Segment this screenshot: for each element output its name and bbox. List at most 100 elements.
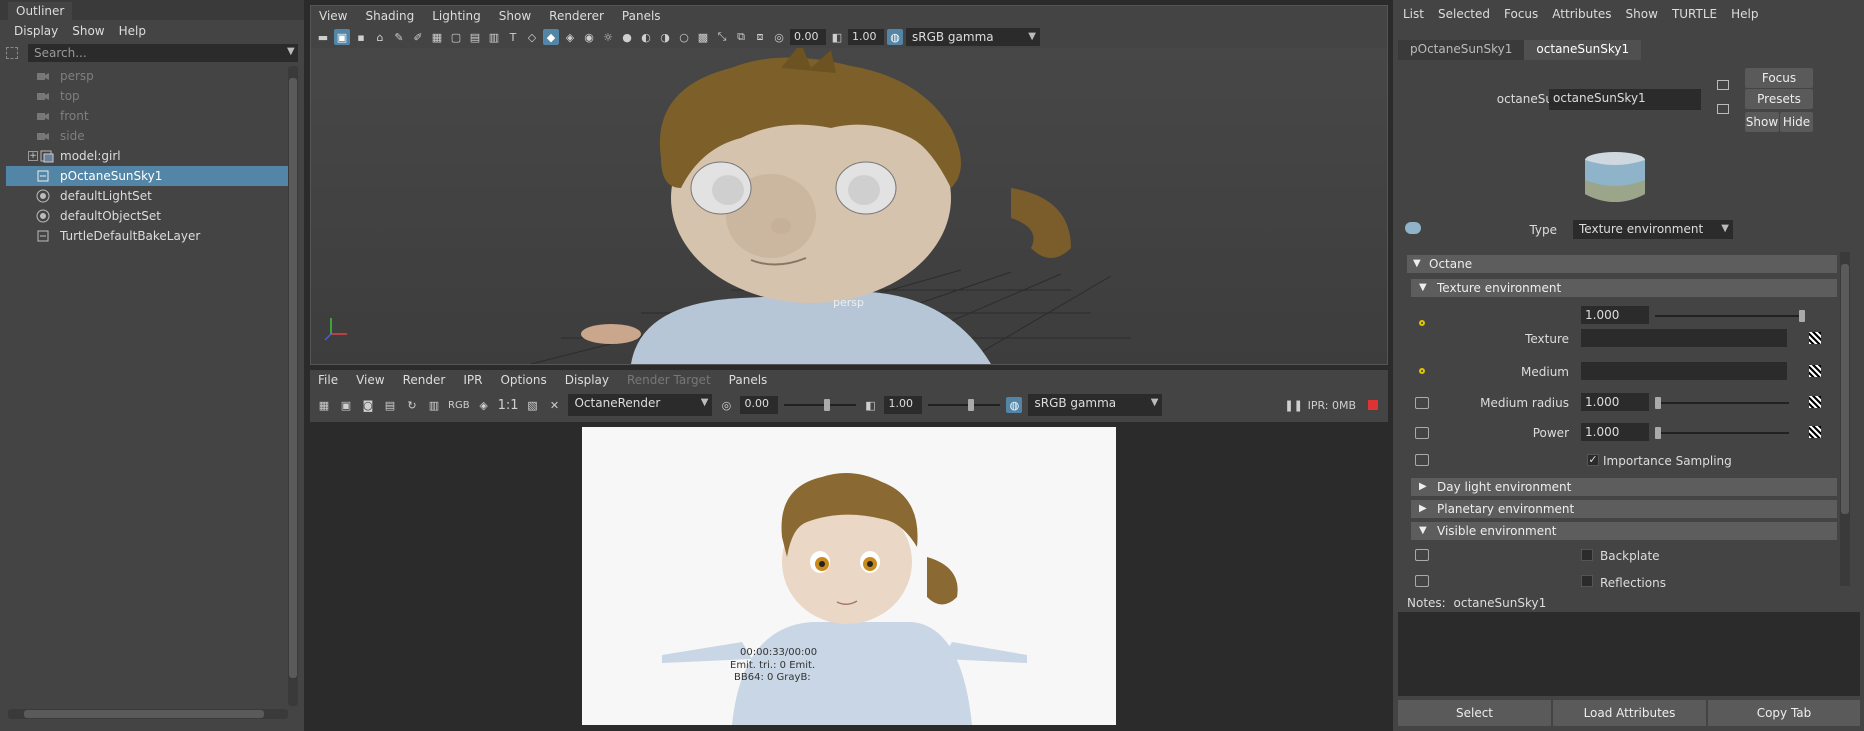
- hide-button[interactable]: Hide: [1780, 112, 1813, 132]
- outliner-item-defaultlightset[interactable]: defaultLightSet: [6, 186, 290, 206]
- backplate-checkbox[interactable]: [1581, 549, 1593, 561]
- safe-action-icon[interactable]: ▥: [486, 29, 502, 45]
- xray-components-icon[interactable]: ⧈: [752, 29, 768, 45]
- viewport-exposure-field[interactable]: 0.00: [790, 29, 826, 45]
- ipr-render-icon[interactable]: ▤: [382, 397, 398, 413]
- focus-button[interactable]: Focus: [1745, 68, 1813, 88]
- color-management-icon[interactable]: ◍: [887, 29, 903, 45]
- outliner-item-model-girl[interactable]: + model:girl: [6, 146, 290, 166]
- type-dropdown[interactable]: Texture environment ▼: [1573, 220, 1733, 239]
- outliner-menu-display[interactable]: Display: [14, 24, 58, 38]
- section-day-light-environment[interactable]: ▶ Day light environment: [1411, 478, 1837, 496]
- outliner-search-input[interactable]: Search...: [28, 44, 298, 62]
- render-region-icon[interactable]: ▣: [338, 397, 354, 413]
- wireframe-icon[interactable]: ◇: [524, 29, 540, 45]
- section-texture-environment[interactable]: ▼ Texture environment: [1411, 279, 1837, 297]
- safe-title-icon[interactable]: T: [505, 29, 521, 45]
- viewport-gamma-field[interactable]: 1.00: [848, 29, 884, 45]
- scroll-thumb[interactable]: [24, 710, 264, 718]
- ae-menu-turtle[interactable]: TURTLE: [1672, 7, 1717, 21]
- alpha-channel-icon[interactable]: ◈: [476, 397, 492, 413]
- node-name-field[interactable]: octaneSunSky1: [1549, 89, 1701, 110]
- reflections-checkbox[interactable]: [1581, 575, 1593, 587]
- ambient-occlusion-icon[interactable]: ◐: [638, 29, 654, 45]
- render-menu-ipr[interactable]: IPR: [463, 373, 482, 387]
- checker-map-icon[interactable]: [1809, 365, 1821, 377]
- ae-menu-selected[interactable]: Selected: [1438, 7, 1490, 21]
- power-slider[interactable]: [1655, 427, 1789, 439]
- smooth-shade-icon[interactable]: ◆: [543, 29, 559, 45]
- outliner-item-top[interactable]: top: [6, 86, 290, 106]
- render-menu-file[interactable]: File: [318, 373, 338, 387]
- outliner-item-poctanesunsky1[interactable]: pOctaneSunSky1: [6, 166, 290, 186]
- slider-knob[interactable]: [824, 399, 831, 411]
- medium-radius-field[interactable]: 1.000: [1581, 393, 1649, 411]
- keep-image-icon[interactable]: ▧: [524, 397, 540, 413]
- gamma-icon[interactable]: ◧: [862, 397, 878, 413]
- render-gamma-field[interactable]: 1.00: [884, 396, 923, 414]
- viewport-scene[interactable]: persp: [311, 48, 1387, 364]
- slider-knob[interactable]: [1655, 427, 1661, 439]
- slider-knob[interactable]: [968, 399, 975, 411]
- anti-alias-icon[interactable]: ○: [676, 29, 692, 45]
- image-plane-icon[interactable]: ⌂: [372, 29, 388, 45]
- tab-octanesunsky1[interactable]: octaneSunSky1: [1524, 40, 1642, 60]
- exposure-icon[interactable]: ◎: [771, 29, 787, 45]
- camera-attributes-icon[interactable]: ▣: [334, 29, 350, 45]
- outliner-item-persp[interactable]: persp: [6, 66, 290, 86]
- xray-icon[interactable]: ⤡: [714, 29, 730, 45]
- outliner-horizontal-scrollbar[interactable]: [8, 709, 288, 719]
- render-menu-panels[interactable]: Panels: [729, 373, 768, 387]
- notes-textarea[interactable]: [1398, 612, 1860, 696]
- real-size-label[interactable]: 1:1: [498, 398, 519, 413]
- select-button[interactable]: Select: [1398, 700, 1551, 726]
- motion-blur-icon[interactable]: ◑: [657, 29, 673, 45]
- resolution-gate-icon[interactable]: ▤: [467, 29, 483, 45]
- viewport-menu-panels[interactable]: Panels: [622, 9, 661, 23]
- medium-field[interactable]: [1581, 362, 1787, 380]
- section-octane[interactable]: ▼ Octane: [1407, 255, 1837, 273]
- load-attributes-button[interactable]: Load Attributes: [1553, 700, 1706, 726]
- color-management-icon[interactable]: ◍: [1006, 397, 1023, 413]
- rgb-channel-label[interactable]: RGB: [448, 400, 470, 411]
- power-field[interactable]: 1.000: [1581, 423, 1649, 441]
- shadows-icon[interactable]: ●: [619, 29, 635, 45]
- ae-menu-focus[interactable]: Focus: [1504, 7, 1538, 21]
- grease-pencil-icon[interactable]: ✐: [410, 29, 426, 45]
- texture-field[interactable]: [1581, 329, 1787, 347]
- go-to-output-icon[interactable]: [1717, 104, 1729, 114]
- medium-radius-slider[interactable]: [1655, 397, 1789, 409]
- render-color-space-dropdown[interactable]: sRGB gamma ▼: [1028, 394, 1163, 416]
- outliner-item-turtledefaultbakelayer[interactable]: TurtleDefaultBakeLayer: [6, 226, 290, 246]
- viewport-menu-show[interactable]: Show: [499, 9, 531, 23]
- snapshot-icon[interactable]: ◙: [360, 397, 376, 413]
- outliner-menu-show[interactable]: Show: [72, 24, 104, 38]
- redo-render-icon[interactable]: ▦: [316, 397, 332, 413]
- scroll-thumb[interactable]: [1841, 264, 1849, 514]
- ae-vertical-scrollbar[interactable]: [1840, 252, 1850, 586]
- stop-icon[interactable]: [1368, 400, 1378, 410]
- go-to-input-icon[interactable]: [1717, 80, 1729, 90]
- render-menu-display[interactable]: Display: [565, 373, 609, 387]
- show-button[interactable]: Show: [1745, 112, 1779, 132]
- exposure-icon[interactable]: ◎: [718, 397, 734, 413]
- ae-menu-list[interactable]: List: [1403, 7, 1424, 21]
- ae-menu-help[interactable]: Help: [1731, 7, 1758, 21]
- outliner-menu-help[interactable]: Help: [119, 24, 146, 38]
- gamma-icon[interactable]: ◧: [829, 29, 845, 45]
- bookmark-icon[interactable]: ▪: [353, 29, 369, 45]
- film-gate-icon[interactable]: ▢: [448, 29, 464, 45]
- filter-icon[interactable]: [6, 47, 18, 59]
- outliner-item-front[interactable]: front: [6, 106, 290, 126]
- viewport-menu-lighting[interactable]: Lighting: [432, 9, 481, 23]
- expand-icon[interactable]: +: [28, 151, 38, 161]
- tab-poctanesunsky1[interactable]: pOctaneSunSky1: [1398, 40, 1525, 60]
- outliner-item-defaultobjectset[interactable]: defaultObjectSet: [6, 206, 290, 226]
- grid-icon[interactable]: ▦: [429, 29, 445, 45]
- use-all-lights-icon[interactable]: ☼: [600, 29, 616, 45]
- refresh-ipr-icon[interactable]: ↻: [404, 397, 420, 413]
- pan-zoom-icon[interactable]: ✎: [391, 29, 407, 45]
- render-canvas[interactable]: 00:00:33/00:00 Emit. tri.: 0 Emit. BB64:…: [310, 422, 1388, 727]
- renderer-dropdown[interactable]: OctaneRender ▼: [568, 394, 713, 416]
- wireframe-on-shaded-icon[interactable]: ◈: [562, 29, 578, 45]
